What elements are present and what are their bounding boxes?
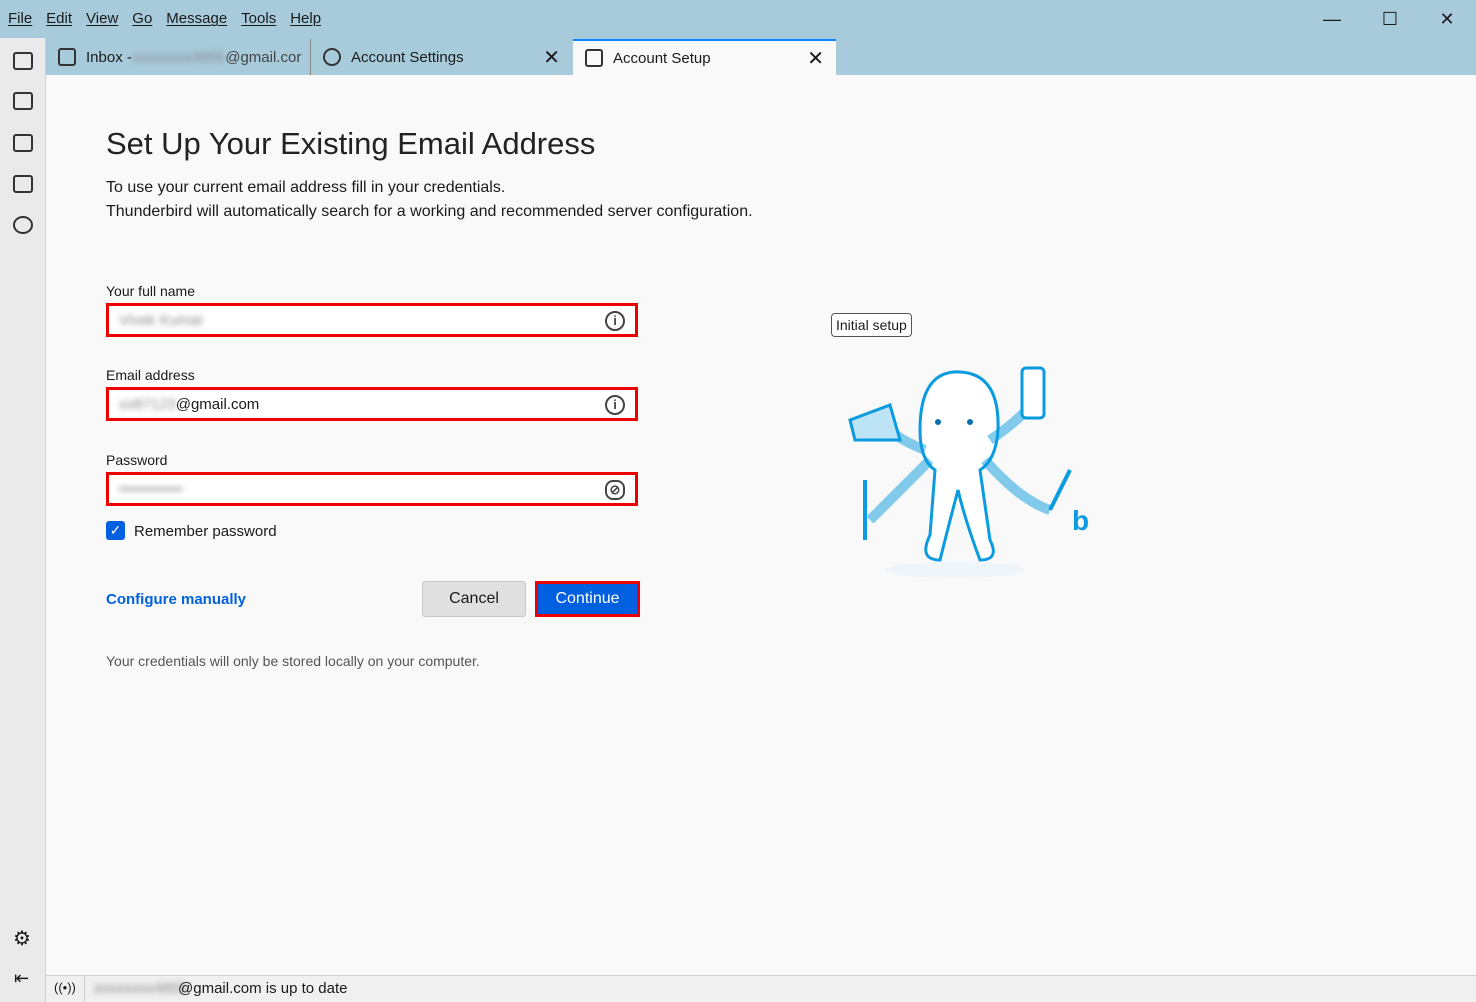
remember-password-label: Remember password [134, 523, 277, 540]
page-title: Set Up Your Existing Email Address [106, 126, 596, 161]
info-icon[interactable]: i [605, 311, 625, 331]
account-settings-icon [323, 48, 341, 66]
password-input[interactable]: •••••••••••• ⊘ [106, 472, 638, 506]
full-name-input[interactable]: Vivek Kumar i [106, 303, 638, 337]
svg-text:b: b [1072, 505, 1089, 536]
info-icon[interactable]: i [605, 395, 625, 415]
tab-account-settings[interactable]: Account Settings ✕ [310, 39, 572, 75]
menu-tools[interactable]: Tools [241, 10, 276, 27]
spaces-toolbar: ⚙ ⇤ [0, 38, 46, 1002]
activity-icon[interactable]: ((•)) [54, 980, 76, 995]
tab-account-setup[interactable]: Account Setup ✕ [573, 39, 836, 75]
cancel-button[interactable]: Cancel [422, 581, 526, 617]
password-label: Password [106, 452, 168, 468]
status-bar: ((•)) xxxxxxxx4855 @gmail.com is up to d… [46, 975, 1476, 1002]
tasks-icon[interactable] [13, 175, 33, 193]
title-bar: File Edit View Go Message Tools Help — ☐… [0, 0, 1476, 75]
octopus-illustration: b [848, 366, 1089, 578]
menu-message[interactable]: Message [166, 10, 227, 27]
email-label: Email address [106, 367, 195, 383]
menu-go[interactable]: Go [132, 10, 152, 27]
inbox-icon [58, 48, 76, 66]
full-name-label: Your full name [106, 283, 195, 299]
initial-setup-badge: Initial setup [831, 313, 912, 337]
new-mail-account-icon [585, 49, 603, 67]
close-tab-icon[interactable]: ✕ [807, 46, 824, 71]
close-window-icon[interactable]: ✕ [1427, 6, 1467, 32]
credentials-note: Your credentials will only be stored loc… [106, 653, 480, 669]
menu-bar: File Edit View Go Message Tools Help [8, 10, 321, 27]
menu-file[interactable]: File [8, 10, 32, 27]
tab-inbox[interactable]: Inbox - xxxxxxxx4855 @gmail.cor [46, 39, 310, 75]
maximize-icon[interactable]: ☐ [1370, 6, 1410, 32]
menu-view[interactable]: View [86, 10, 118, 27]
menu-edit[interactable]: Edit [46, 10, 72, 27]
status-text: @gmail.com is up to date [178, 980, 348, 997]
address-book-icon[interactable] [13, 92, 33, 110]
close-tab-icon[interactable]: ✕ [543, 45, 560, 70]
description: To use your current email address fill i… [106, 179, 753, 220]
remember-password-checkbox[interactable]: ✓ [106, 521, 125, 540]
email-input[interactable]: xx87123 @gmail.com i [106, 387, 638, 421]
continue-button[interactable]: Continue [535, 581, 640, 617]
minimize-icon[interactable]: — [1312, 6, 1352, 32]
menu-help[interactable]: Help [290, 10, 321, 27]
calendar-icon[interactable] [13, 134, 33, 152]
configure-manually-link[interactable]: Configure manually [106, 591, 246, 608]
chat-icon[interactable] [13, 216, 33, 234]
settings-icon[interactable]: ⚙ [13, 926, 31, 951]
collapse-icon[interactable]: ⇤ [14, 968, 29, 989]
mail-icon[interactable] [13, 52, 33, 70]
eye-slash-icon[interactable]: ⊘ [605, 480, 625, 500]
